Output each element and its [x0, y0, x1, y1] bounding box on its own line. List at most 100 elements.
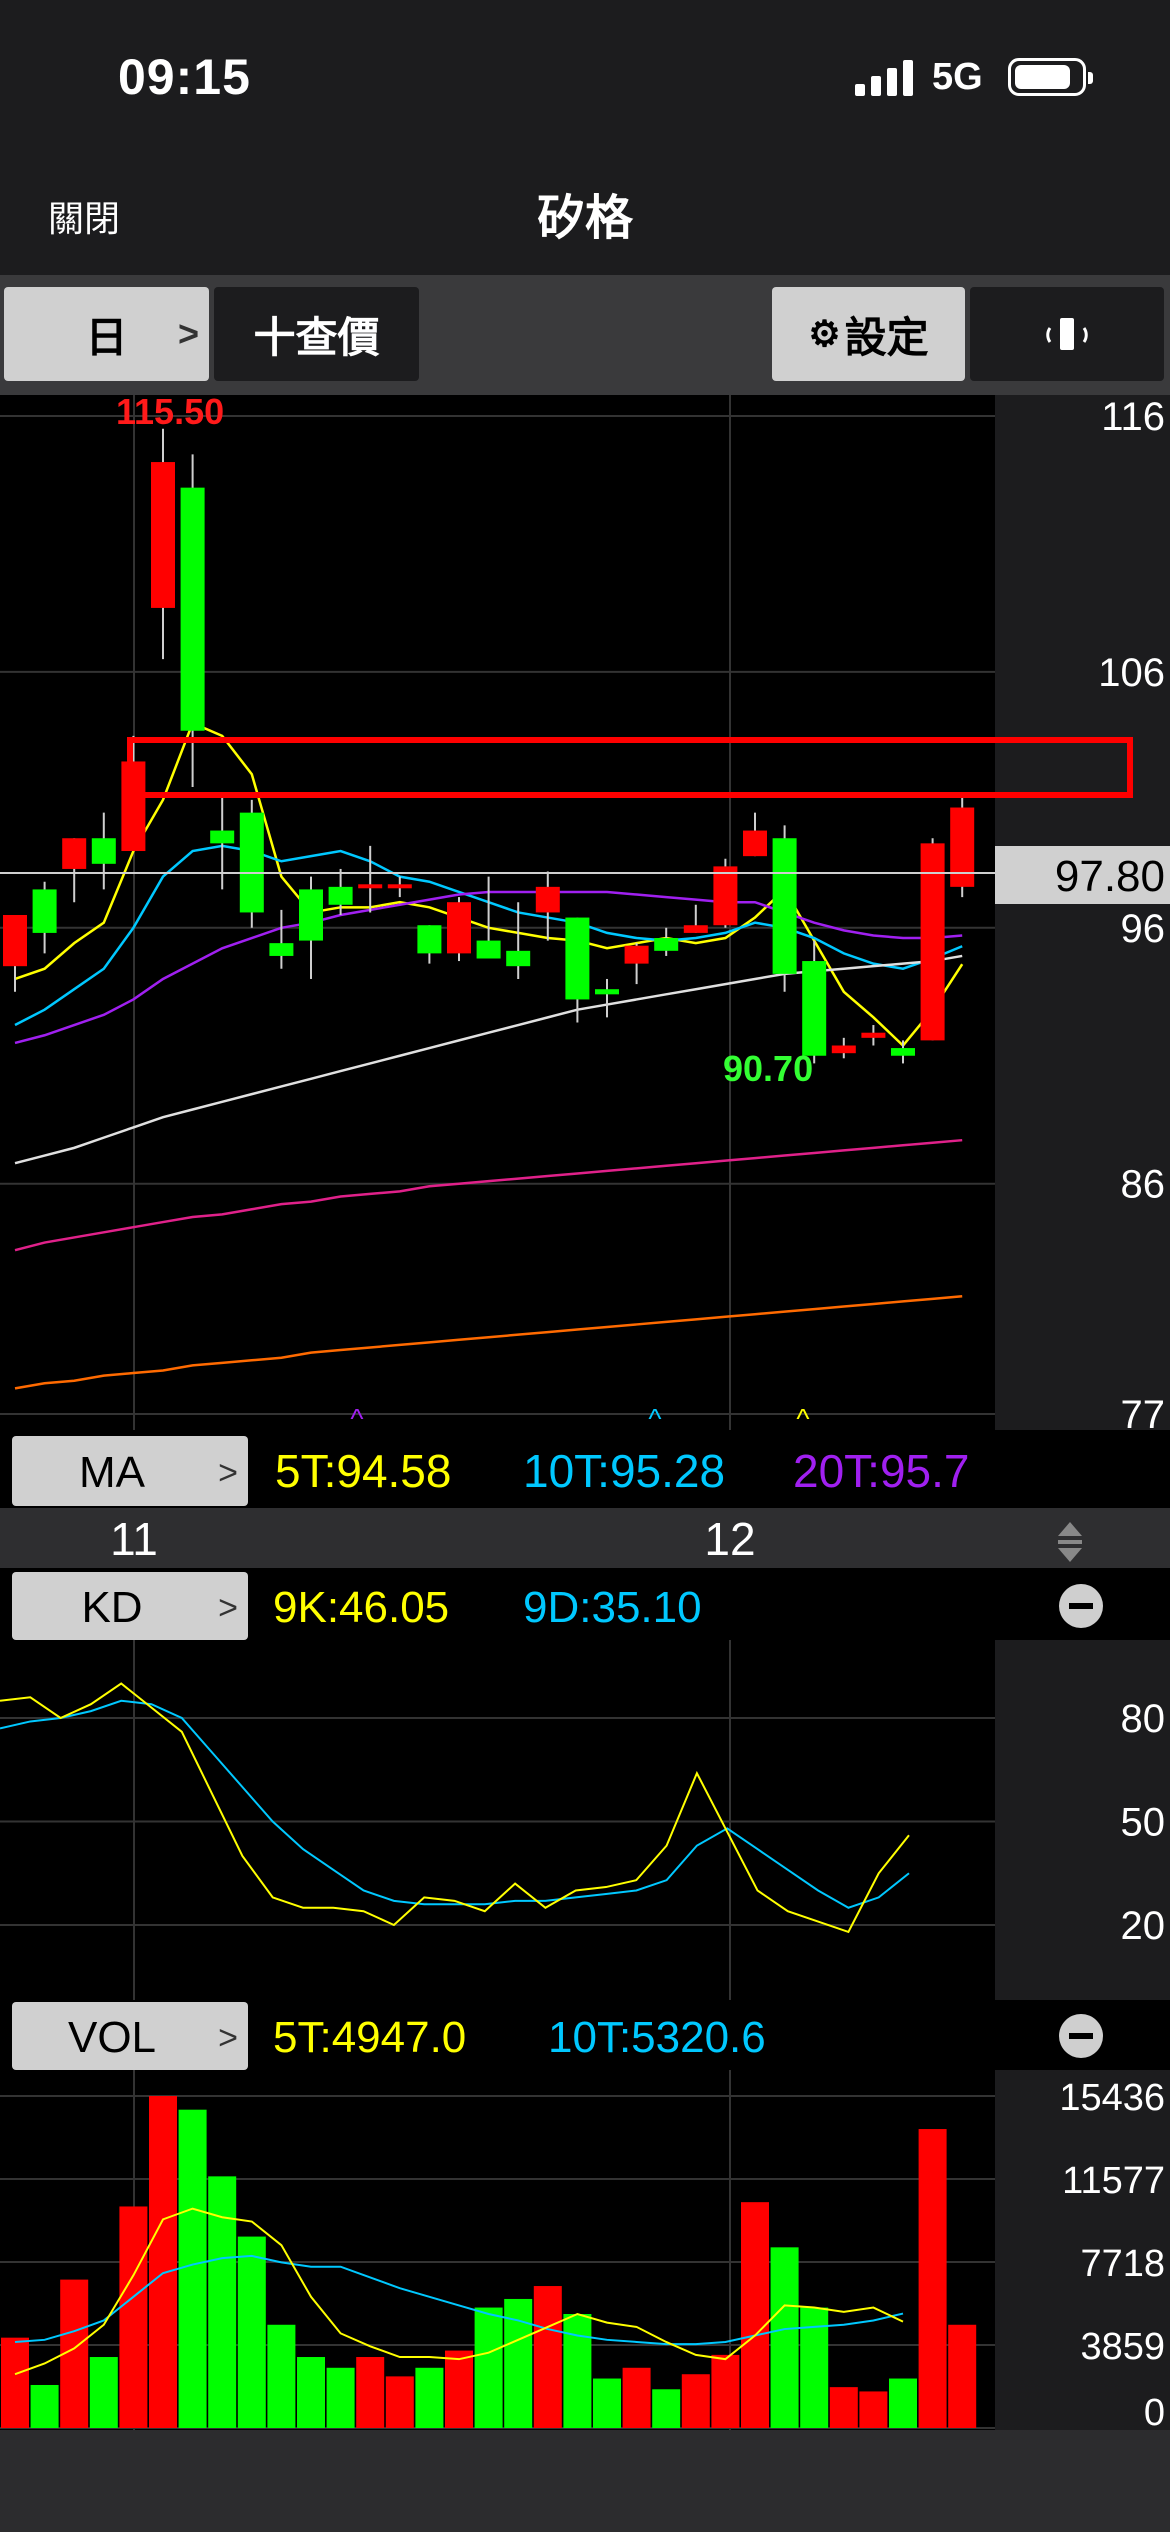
period-label: 日: [85, 313, 128, 361]
volume-bar: [297, 2357, 325, 2428]
volume-bar: [237, 2236, 266, 2428]
candle-body: [62, 838, 87, 869]
volume-bar: [445, 2350, 473, 2428]
page-title: 矽格: [536, 192, 633, 245]
volume-bar: [267, 2324, 296, 2428]
volume-bar: [1, 2337, 29, 2428]
candle-body: [565, 917, 590, 1000]
volume-bar: [829, 2387, 858, 2428]
price-tick-label: 86: [1121, 1163, 1166, 1207]
candle-body: [91, 838, 116, 864]
candle-body: [328, 886, 353, 905]
kd-tick-label: 20: [1121, 1904, 1166, 1948]
candle-body: [299, 889, 323, 941]
volume-bar: [770, 2247, 799, 2428]
volume-bar: [533, 2286, 562, 2428]
volume-bar: [681, 2374, 710, 2428]
price-tick-label: 106: [1098, 651, 1165, 695]
volume-bar: [385, 2376, 414, 2428]
status-time: 09:15: [118, 49, 251, 105]
volume-bar: [889, 2378, 917, 2428]
volume-bar: [948, 2324, 977, 2428]
kd-tick-label: 80: [1121, 1697, 1166, 1741]
signal-marker: ^: [796, 1403, 809, 1434]
query-price-button[interactable]: 十查價: [214, 287, 419, 381]
ma20-value: 20T:95.7: [793, 1445, 969, 1497]
vol-tick-label: 15436: [1059, 2077, 1165, 2119]
volume-bar: [652, 2389, 681, 2428]
volume-bar: [326, 2367, 355, 2428]
candle-body: [476, 940, 501, 959]
toolbar: 日 > 十查價 ⚙ 設定: [0, 275, 1170, 395]
candle-body: [772, 838, 797, 974]
collapse-kd-button[interactable]: [1059, 1584, 1103, 1628]
candle-body: [654, 938, 679, 951]
ma10-value: 10T:95.28: [523, 1445, 725, 1497]
signal-marker: ^: [648, 1403, 661, 1434]
volume-bar: [711, 2354, 740, 2428]
candle-body: [417, 925, 442, 954]
candle-body: [210, 830, 235, 844]
vol-label: VOL: [68, 2013, 156, 2062]
candle-body: [151, 462, 175, 608]
chevron-right-icon: >: [218, 1589, 238, 1627]
date-label-nov: 11: [110, 1513, 158, 1565]
collapse-vol-button[interactable]: [1059, 2014, 1103, 2058]
candle-body: [32, 889, 57, 933]
candle-body: [180, 487, 205, 731]
candle-body: [387, 884, 412, 889]
status-bar: 09:15 5G: [0, 0, 1170, 150]
network-type: 5G: [932, 56, 983, 98]
candle-body: [595, 989, 619, 995]
volume-bar: [563, 2314, 592, 2428]
vol-tick-label: 7718: [1080, 2243, 1165, 2285]
candle-body: [713, 866, 738, 926]
kd-tick-label: 50: [1121, 1801, 1166, 1845]
candle-body: [269, 943, 294, 956]
volume-bar: [356, 2357, 385, 2428]
volume-bar: [622, 2367, 651, 2428]
volume-bar: [593, 2378, 621, 2428]
current-price-label: 97.80: [1055, 852, 1165, 901]
k-value: 9K:46.05: [273, 1583, 449, 1632]
settings-label: 設定: [844, 313, 929, 361]
rotate-screen-button[interactable]: [970, 287, 1164, 381]
volume-bar: [474, 2307, 503, 2428]
candle-body: [535, 886, 560, 913]
chart-area[interactable]: 116 106 96 86 77 97.80 115.50 90.70 ^ ^ ^ MA…: [0, 391, 1170, 2434]
candle-body: [121, 761, 146, 852]
ma-label: MA: [79, 1448, 146, 1497]
volume-bar: [149, 2096, 177, 2428]
date-label-dec: 12: [704, 1513, 755, 1565]
d-value: 9D:35.10: [523, 1583, 702, 1632]
bottom-bar: [0, 2430, 1170, 2532]
ma5-value: 5T:94.58: [275, 1445, 451, 1497]
settings-button[interactable]: ⚙ 設定: [772, 287, 965, 381]
chevron-right-icon: >: [218, 2019, 238, 2057]
vol-tick-label: 11577: [1062, 2160, 1165, 2202]
candle-body: [802, 961, 827, 1056]
price-tick-label: 116: [1101, 395, 1165, 439]
volume-bar: [741, 2202, 769, 2428]
volume-bar: [859, 2391, 888, 2428]
candle-body: [506, 950, 531, 967]
volume-bar: [89, 2357, 118, 2428]
volume-bar: [30, 2384, 59, 2428]
kd-label: KD: [81, 1583, 142, 1632]
high-price-label: 115.50: [116, 395, 224, 432]
gear-icon: ⚙: [808, 313, 841, 354]
candle-body: [3, 915, 27, 967]
volume-bar: [415, 2367, 444, 2428]
rotate-screen-icon: [1046, 318, 1088, 350]
signal-bars-icon: [855, 60, 913, 96]
period-selector-button[interactable]: 日 >: [4, 287, 209, 381]
price-tick-label: 96: [1121, 907, 1166, 951]
candle-body: [950, 807, 975, 887]
stock-chart[interactable]: 116106968677 97.80 115.50 90.70 ^ ^ ^ MA…: [0, 391, 1170, 2434]
vol-ma5-value: 5T:4947.0: [273, 2013, 466, 2062]
candle-body: [891, 1048, 915, 1056]
volume-bar: [178, 2109, 207, 2428]
chevron-right-icon: >: [218, 1454, 238, 1492]
low-price-label: 90.70: [723, 1048, 813, 1089]
battery-icon: [1008, 58, 1093, 96]
